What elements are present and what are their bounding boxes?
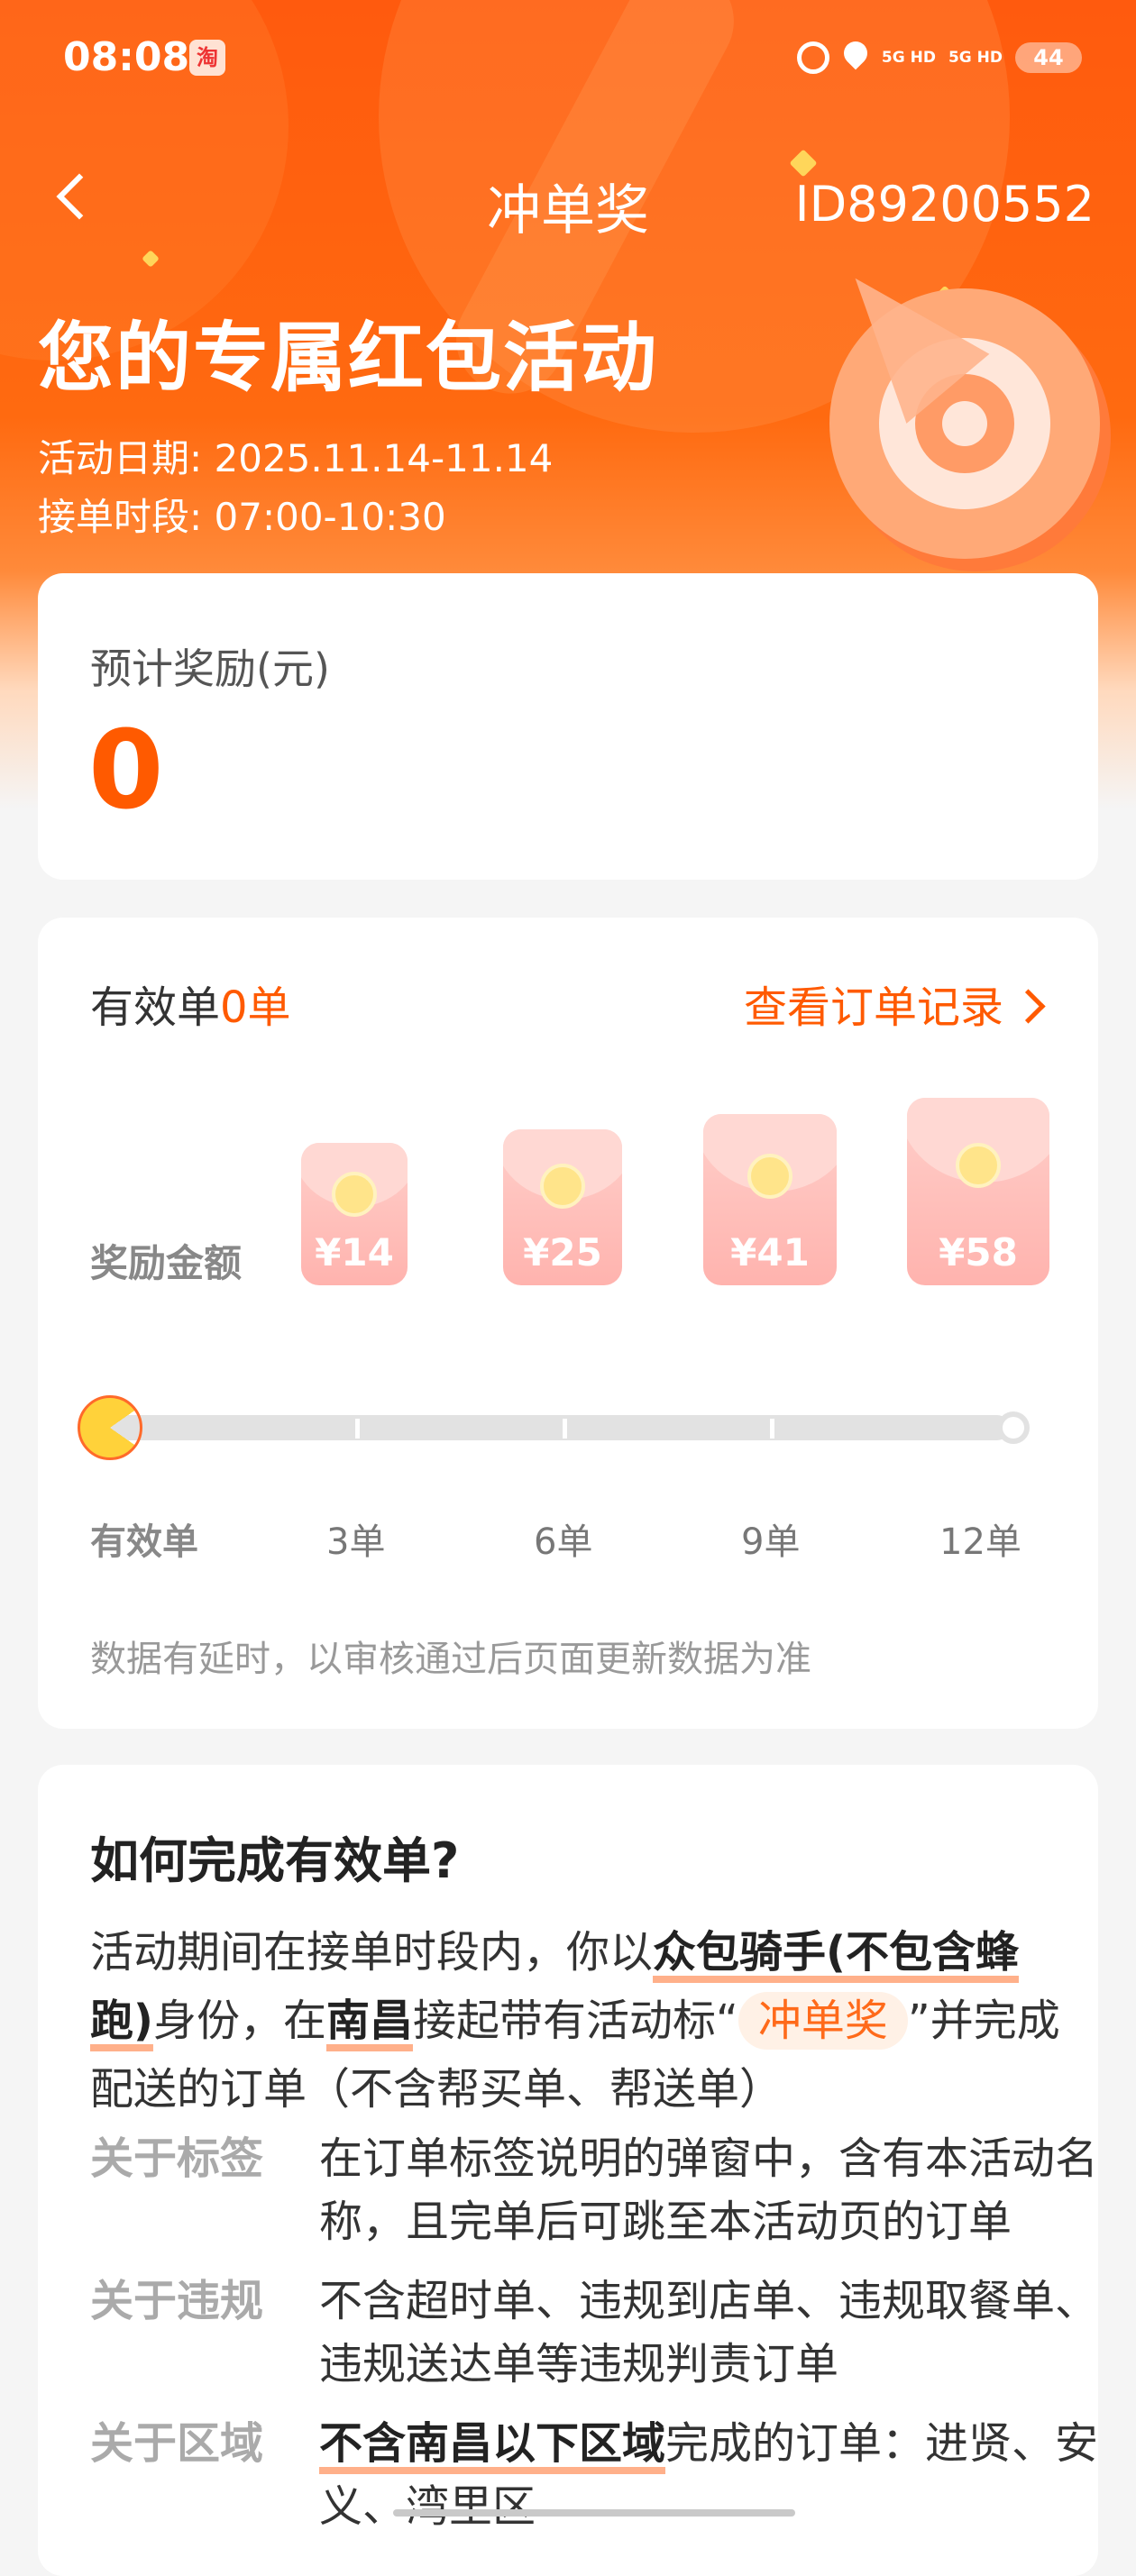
how-to-title: 如何完成有效单? — [90, 1832, 460, 1889]
alarm-icon — [796, 41, 829, 74]
progress-tick — [355, 1419, 360, 1439]
status-bar: 08:08 淘 5G HD 5G HD 44 — [0, 0, 1136, 117]
valid-orders-card: 有效单0单 查看订单记录 奖励金额 ¥14 ¥25 ¥41 ¥58 有效单 3单… — [38, 918, 1098, 1729]
red-envelope-tier-4: ¥58 — [907, 1098, 1049, 1285]
status-time: 08:08 — [63, 34, 190, 80]
activity-date: 活动日期: 2025.11.14-11.14 — [38, 436, 554, 480]
taobao-app-icon: 淘 — [189, 40, 225, 76]
view-order-records-link[interactable]: 查看订单记录 — [743, 972, 1046, 1035]
desc-text: 接起带有活动标“ — [412, 1996, 738, 2046]
order-time-slot: 接单时段: 07:00-10:30 — [38, 495, 446, 539]
location-icon — [842, 41, 869, 74]
area-highlight: 不含南昌以下区域 — [319, 2418, 666, 2469]
rule-value: 不含南昌以下区域完成的订单：进贤、安义、湾里区 — [319, 2412, 1113, 2538]
tier-amount: ¥25 — [523, 1230, 602, 1274]
estimated-reward-card: 预计奖励(元) 0 — [38, 573, 1098, 880]
valid-orders-label: 有效单 — [90, 982, 221, 1033]
battery-icon: 44 — [1015, 42, 1082, 73]
rule-value: 在订单标签说明的弹窗中，含有本活动名称，且完单后可跳至本活动页的订单 — [319, 2133, 1099, 2247]
chevron-right-icon — [1011, 989, 1046, 1024]
data-delay-note: 数据有延时，以审核通过后页面更新数据为准 — [90, 1639, 811, 1680]
progress-tick — [770, 1419, 774, 1439]
rule-row-area: 关于区域 不含南昌以下区域完成的订单：进贤、安义、湾里区 — [90, 2412, 1098, 2538]
rule-key: 关于标签 — [90, 2133, 264, 2184]
rule-row-tag: 关于标签 在订单标签说明的弹窗中，含有本活动名称，且完单后可跳至本活动页的订单 — [90, 2127, 1098, 2253]
red-envelope-tier-2: ¥25 — [503, 1129, 622, 1285]
target-arrow-icon — [811, 243, 1118, 577]
scale-label-start: 有效单 — [90, 1521, 198, 1563]
home-indicator[interactable] — [393, 2509, 795, 2517]
progress-end-marker — [997, 1411, 1030, 1444]
coin-icon — [747, 1154, 792, 1199]
scale-label-9: 9单 — [741, 1521, 801, 1563]
signal-icon-1: 5G HD — [881, 49, 936, 67]
signal-icon-2: 5G HD — [948, 49, 1003, 67]
red-envelope-tier-3: ¥41 — [703, 1114, 837, 1285]
valid-orders-summary: 有效单0单 — [90, 972, 291, 1035]
view-order-records-label: 查看订单记录 — [743, 982, 1003, 1033]
tier-amount: ¥58 — [939, 1230, 1018, 1274]
city-highlight: 南昌 — [325, 1996, 413, 2046]
rule-value: 不含超时单、违规到店单、违规取餐单、违规送达单等违规判责订单 — [319, 2276, 1099, 2389]
progress-indicator-icon — [78, 1395, 142, 1460]
reward-amount-label: 奖励金额 — [90, 1241, 243, 1285]
coin-icon — [956, 1143, 1001, 1188]
progress-tick — [563, 1419, 567, 1439]
scale-label-6: 6单 — [534, 1521, 593, 1563]
hero-title: 您的专属红包活动 — [38, 314, 659, 402]
scale-label-3: 3单 — [326, 1521, 386, 1563]
rule-row-violation: 关于违规 不含超时单、违规到店单、违规取餐单、违规送达单等违规判责订单 — [90, 2270, 1098, 2396]
tier-amount: ¥14 — [315, 1230, 394, 1274]
red-envelope-tier-1: ¥14 — [301, 1143, 408, 1285]
progress-track — [108, 1415, 1010, 1440]
status-icons: 5G HD 5G HD 44 — [796, 38, 1082, 78]
rule-key: 关于违规 — [90, 2276, 264, 2326]
rider-id: ID89200552 — [794, 176, 1095, 233]
estimated-reward-label: 预计奖励(元) — [90, 644, 330, 693]
estimated-reward-value: 0 — [88, 708, 164, 834]
valid-orders-count: 0单 — [220, 982, 291, 1033]
desc-text: 身份，在 — [152, 1996, 326, 2046]
tier-amount: ¥41 — [730, 1230, 810, 1274]
how-to-complete-card: 如何完成有效单? 活动期间在接单时段内，你以众包骑手(不包含蜂跑)身份，在南昌接… — [38, 1765, 1098, 2576]
scale-label-12: 12单 — [939, 1521, 1021, 1563]
coin-icon — [540, 1164, 585, 1209]
desc-text: 活动期间在接单时段内，你以 — [90, 1927, 654, 1978]
rule-key: 关于区域 — [90, 2418, 264, 2469]
coin-icon — [332, 1172, 377, 1217]
activity-tag: 冲单奖 — [737, 1992, 908, 2050]
how-to-description: 活动期间在接单时段内，你以众包骑手(不包含蜂跑)身份，在南昌接起带有活动标“ 冲单… — [90, 1918, 1073, 2124]
